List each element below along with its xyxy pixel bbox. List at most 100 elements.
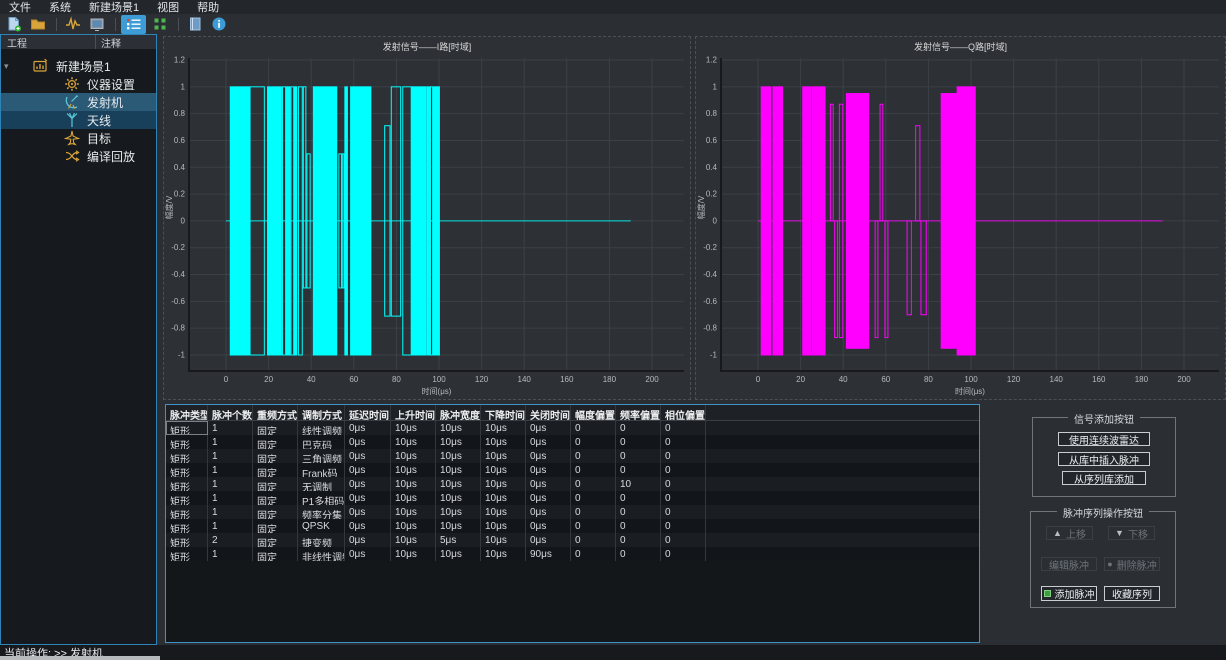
table-header-cell: 延迟时间 <box>345 405 391 421</box>
new-file-icon[interactable] <box>3 15 24 33</box>
table-cell-filler <box>706 491 979 505</box>
table-cell: 10μs <box>481 547 526 561</box>
table-cell: 10μs <box>481 519 526 533</box>
btn-move-down[interactable]: ▼ 下移 <box>1108 526 1155 541</box>
svg-text:0.6: 0.6 <box>706 136 718 145</box>
table-cell: 10μs <box>436 435 481 449</box>
table-cell: 0 <box>616 421 661 435</box>
svg-text:180: 180 <box>1135 375 1149 384</box>
tree-item-antenna[interactable]: 天线 <box>1 111 156 129</box>
table-cell: 10μs <box>391 547 436 561</box>
table-row[interactable]: 矩形 2 固定 捷变频 0μs 10μs 5μs 10μs 0μs 0 0 0 <box>166 533 979 547</box>
tree-item-scene[interactable]: ▾ 新建场景1 <box>1 57 156 75</box>
table-cell: 0 <box>571 491 616 505</box>
menu-help[interactable]: 帮助 <box>188 0 228 15</box>
table-cell: 10μs <box>481 449 526 463</box>
menu-system[interactable]: 系统 <box>40 0 80 15</box>
btn-save-sequence[interactable]: 收藏序列 <box>1104 586 1160 601</box>
table-row[interactable]: 矩形 1 固定 巴克码 0μs 10μs 10μs 10μs 0μs 0 0 0 <box>166 435 979 449</box>
table-cell: 10μs <box>481 463 526 477</box>
btn-edit-pulse[interactable]: 编辑脉冲 <box>1041 557 1097 572</box>
table-cell: 1 <box>208 421 253 435</box>
table-cell: 0 <box>661 519 706 533</box>
btn-insert-pulse-from-lib[interactable]: 从库中插入脉冲 <box>1058 452 1150 467</box>
info-icon[interactable] <box>208 15 229 33</box>
svg-text:0: 0 <box>756 375 761 384</box>
btn-move-up[interactable]: ▲ 上移 <box>1046 526 1093 541</box>
table-header-cell: 上升时间 <box>391 405 436 421</box>
table-cell: 10μs <box>391 533 436 547</box>
svg-text:160: 160 <box>560 375 574 384</box>
table-cell: 0μs <box>526 477 571 491</box>
svg-text:-0.2: -0.2 <box>171 243 185 252</box>
tree-expander-icon[interactable]: ▾ <box>4 61 14 71</box>
menu-scene[interactable]: 新建场景1 <box>80 0 148 15</box>
table-row[interactable]: 矩形 1 固定 频率分集 0μs 10μs 10μs 10μs 0μs 0 0 0 <box>166 505 979 519</box>
button-label: 使用连续波雷达 <box>1069 435 1139 447</box>
button-label: 从序列库添加 <box>1074 474 1134 486</box>
table-cell: 1 <box>208 477 253 491</box>
table-row[interactable]: 矩形 1 固定 三角调频 0μs 10μs 10μs 10μs 0μs 0 0 0 <box>166 449 979 463</box>
svg-text:120: 120 <box>475 375 489 384</box>
svg-text:1: 1 <box>181 82 186 91</box>
toolbar-separator <box>56 17 57 31</box>
project-tree: ▾ 新建场景1 仪器设置发射机 天线 目标 编译回放 <box>1 49 156 165</box>
library-icon[interactable] <box>184 15 205 33</box>
table-cell: 无调制 <box>298 477 345 491</box>
replay-icon <box>63 148 80 164</box>
pulse-list-icon[interactable] <box>121 14 146 34</box>
table-cell: 0 <box>661 435 706 449</box>
btn-use-cw-radar[interactable]: 使用连续波雷达 <box>1058 432 1150 447</box>
btn-delete-pulse[interactable]: ● 删除脉冲 <box>1104 557 1160 572</box>
toolbar-separator <box>115 17 116 31</box>
table-cell: 10μs <box>436 519 481 533</box>
table-cell-filler <box>706 505 979 519</box>
table-cell: 10μs <box>481 533 526 547</box>
table-header-cell: 脉冲个数 <box>208 405 253 421</box>
grid-dots-icon[interactable] <box>149 15 170 33</box>
table-cell: 0μs <box>345 449 391 463</box>
table-row[interactable]: 矩形1固定非线性调频0μs10μs10μs10μs90μs000 <box>166 547 979 561</box>
table-cell: 0 <box>571 533 616 547</box>
table-cell: 固定 <box>253 449 298 463</box>
tree-item-transmitter[interactable]: 发射机 <box>1 93 156 111</box>
btn-add-from-sequence-lib[interactable]: 从序列库添加 <box>1062 471 1146 486</box>
svg-text:0.8: 0.8 <box>174 109 186 118</box>
table-cell: 矩形 <box>166 435 208 449</box>
table-header-cell: 重频方式 <box>253 405 298 421</box>
table-row[interactable]: 矩形 1 固定 P1多相码 0μs 10μs 10μs 10μs 0μs 0 0 0 <box>166 491 979 505</box>
svg-text:120: 120 <box>1007 375 1021 384</box>
svg-text:-0.6: -0.6 <box>171 297 185 306</box>
table-cell: 矩形 <box>166 505 208 519</box>
tree-item-replay[interactable]: 编译回放 <box>1 147 156 165</box>
btn-add-pulse[interactable]: 添加脉冲 <box>1041 586 1097 601</box>
menu-bar: 文件 系统 新建场景1 视图 帮助 <box>0 0 1226 14</box>
table-row[interactable]: 矩形 1 固定 Frank码 0μs 10μs 10μs 10μs 0μs 0 0 0 <box>166 463 979 477</box>
table-cell: 10μs <box>391 491 436 505</box>
table-row[interactable]: 矩形 1 固定 线性调频 0μs 10μs 10μs 10μs 0μs 0 0 0 <box>166 421 979 435</box>
table-cell: 0 <box>571 477 616 491</box>
table-cell: 0μs <box>345 505 391 519</box>
open-folder-icon[interactable] <box>27 15 48 33</box>
menu-file[interactable]: 文件 <box>0 0 40 15</box>
table-cell: 0μs <box>345 533 391 547</box>
svg-text:-0.2: -0.2 <box>703 243 717 252</box>
table-cell: 10μs <box>436 421 481 435</box>
menu-view[interactable]: 视图 <box>148 0 188 15</box>
display-icon[interactable] <box>86 15 107 33</box>
table-row[interactable]: 矩形 1 固定 无调制 0μs 10μs 10μs 10μs 0μs 0 10 0 <box>166 477 979 491</box>
tree-item-target[interactable]: 目标 <box>1 129 156 147</box>
table-cell: 0 <box>571 449 616 463</box>
svg-text:0.4: 0.4 <box>174 163 186 172</box>
plane-icon <box>63 130 80 146</box>
tree-item-instrument-settings[interactable]: 仪器设置 <box>1 75 156 93</box>
table-cell: 三角调频 <box>298 449 345 463</box>
waveform-icon[interactable] <box>62 15 83 33</box>
arrow-down-icon: ▼ <box>1115 527 1124 538</box>
table-cell: 线性调频 <box>298 421 345 435</box>
table-cell-filler <box>706 435 979 449</box>
table-row[interactable]: 矩形 1 固定 QPSK 0μs 10μs 10μs 10μs 0μs 0 0 0 <box>166 519 979 533</box>
table-cell: 矩形 <box>166 449 208 463</box>
tree-item-label: 发射机 <box>87 95 124 110</box>
table-cell-filler <box>706 533 979 547</box>
